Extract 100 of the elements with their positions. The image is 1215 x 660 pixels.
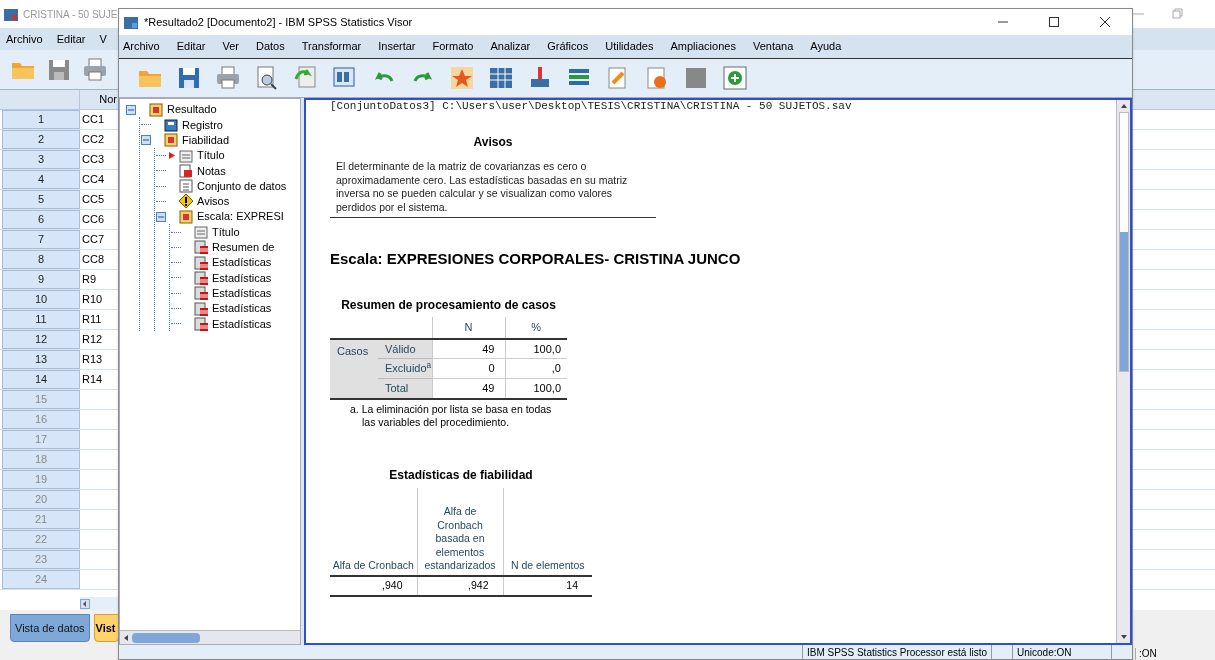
status-text: IBM SPSS Statistics Processor está listo <box>801 644 992 660</box>
outline-item[interactable]: Estadísticas <box>212 269 272 287</box>
menu-item[interactable]: Editar <box>176 38 206 55</box>
table-cell: 49 <box>432 338 505 359</box>
outline-item[interactable]: Registro <box>182 116 223 134</box>
row-number[interactable]: 7 <box>2 230 80 249</box>
restore-icon[interactable] <box>1172 8 1184 20</box>
row-number[interactable]: 2 <box>2 130 80 149</box>
printer-icon[interactable] <box>215 65 241 91</box>
collapse-toggle-icon[interactable] <box>156 211 166 222</box>
row-number[interactable]: 6 <box>2 210 80 229</box>
menu-item[interactable]: Ventana <box>752 38 794 55</box>
menu-item[interactable]: Insertar <box>378 38 416 55</box>
app-logo-icon <box>123 14 139 30</box>
menu-item[interactable]: Archivo <box>6 30 43 48</box>
table-icon <box>193 239 209 256</box>
menu-item[interactable]: Ampliaciones <box>670 38 736 55</box>
table-cell-text: CC7 <box>81 232 105 247</box>
heading-icon <box>148 101 164 118</box>
menu-item[interactable]: Ver <box>222 38 239 55</box>
table-cell-text: R10 <box>81 292 104 307</box>
row-number[interactable]: 1 <box>2 110 80 129</box>
table-title: Estadísticas de fiabilidad <box>388 466 534 484</box>
table-cell-text: CC6 <box>81 212 105 227</box>
export-icon[interactable] <box>293 65 319 91</box>
row-number[interactable]: 12 <box>2 330 80 349</box>
table-cell: 49 <box>432 378 505 399</box>
menu-item[interactable]: Transformar <box>301 38 362 55</box>
menu-item[interactable]: Editar <box>56 30 86 48</box>
menu-item[interactable]: V <box>99 30 107 48</box>
vertical-scrollbar[interactable] <box>1116 100 1130 643</box>
row-label: Válido <box>378 338 432 359</box>
outline-item[interactable]: Título <box>197 147 225 164</box>
table-cell: 14 <box>503 575 592 596</box>
status-text: :ON <box>1135 648 1195 660</box>
title-icon <box>178 147 194 164</box>
log-icon <box>163 116 179 133</box>
horizontal-scrollbar[interactable] <box>120 630 300 644</box>
column-header: Alfa de Cronbach <box>330 487 417 576</box>
table-cell-text: CC8 <box>81 252 105 267</box>
outline-item[interactable]: Estadísticas <box>212 315 272 333</box>
outline-item[interactable]: Estadísticas <box>212 300 272 317</box>
row-group-label: Casos <box>330 338 378 399</box>
view-tab[interactable]: Vista de datos <box>10 614 90 642</box>
row-number[interactable]: 11 <box>2 310 80 329</box>
outline-item[interactable]: Avisos <box>197 193 230 210</box>
menu-item[interactable]: Ayuda <box>810 38 842 55</box>
row-number[interactable]: 4 <box>2 170 80 189</box>
collapse-toggle-icon[interactable] <box>126 104 136 115</box>
menu-item[interactable]: Utilidades <box>605 38 654 55</box>
table-cell-text: R11 <box>81 312 103 327</box>
menu-item[interactable]: Archivo <box>123 38 160 55</box>
menu-item[interactable]: Analizar <box>490 38 531 55</box>
table-cell-text: CC3 <box>81 152 105 167</box>
horizontal-scrollbar[interactable] <box>80 597 118 610</box>
collapse-toggle-icon[interactable] <box>141 135 151 146</box>
grid-icon[interactable] <box>488 65 514 91</box>
outline-item[interactable]: Estadísticas <box>212 284 272 302</box>
table-cell-text: R14 <box>81 372 104 387</box>
row-number[interactable]: 5 <box>2 190 80 209</box>
row-number[interactable]: 9 <box>2 270 80 289</box>
heading-icon <box>163 132 179 149</box>
menu-item[interactable]: Formato <box>432 38 474 55</box>
menu-item[interactable]: Gráficos <box>547 38 589 55</box>
window-title: *Resultado2 [Documento2] - IBM SPSS Statistics Visor <box>144 14 413 30</box>
table-footnote: a. La eliminación por lista se basa en todas las variables del procedimiento. <box>350 402 553 430</box>
outline-item[interactable]: Notas <box>197 162 226 180</box>
table-icon <box>193 285 209 302</box>
row-number[interactable]: 3 <box>2 150 80 169</box>
table-icon <box>193 300 209 317</box>
outline-item[interactable]: Título <box>212 223 240 241</box>
table-cell-text: R9 <box>81 272 98 287</box>
app-logo-icon <box>3 6 19 22</box>
row-number[interactable]: 13 <box>2 350 80 369</box>
column-header[interactable]: Nor <box>80 90 118 109</box>
table-cell: ,942 <box>417 575 503 596</box>
outline-item[interactable]: Fiabilidad <box>182 132 230 149</box>
row-number[interactable]: 8 <box>2 250 80 269</box>
square-icon[interactable] <box>683 65 709 91</box>
menu-item[interactable]: Datos <box>255 38 285 55</box>
outline-item[interactable]: Escala: EXPRESI <box>197 208 284 225</box>
warning-text: El determinante de la matriz de covarianzas es cero o aproximadamente cero. Las estadísticas basadas en su matriz inversa no se pueden calcular y se visualizan como valores perdidos por el sistema. <box>335 160 629 214</box>
row-number[interactable]: 10 <box>2 290 80 309</box>
table-cell-text: CC2 <box>81 132 105 147</box>
table-cell-text: CC5 <box>81 192 105 207</box>
column-header: N <box>432 316 505 339</box>
scroll-left-icon[interactable] <box>80 598 90 609</box>
row-number[interactable]: 14 <box>2 370 80 389</box>
outline-item[interactable]: Resumen de <box>212 239 275 256</box>
table-cell: 100,0 <box>505 338 567 359</box>
table-cell: ,940 <box>330 575 417 596</box>
outline-item[interactable]: Resultado <box>167 101 217 118</box>
outline-item[interactable]: Conjunto de datos <box>197 177 287 195</box>
table-title: Resumen de procesamiento de casos <box>340 296 557 313</box>
warning-icon <box>178 193 194 210</box>
printer-icon[interactable] <box>82 56 108 83</box>
view-tab[interactable]: Vist <box>93 614 119 642</box>
scrollbar-thumb[interactable] <box>1118 112 1129 372</box>
outline-item[interactable]: Estadísticas <box>212 254 272 271</box>
table-cell: 0 <box>432 358 505 379</box>
